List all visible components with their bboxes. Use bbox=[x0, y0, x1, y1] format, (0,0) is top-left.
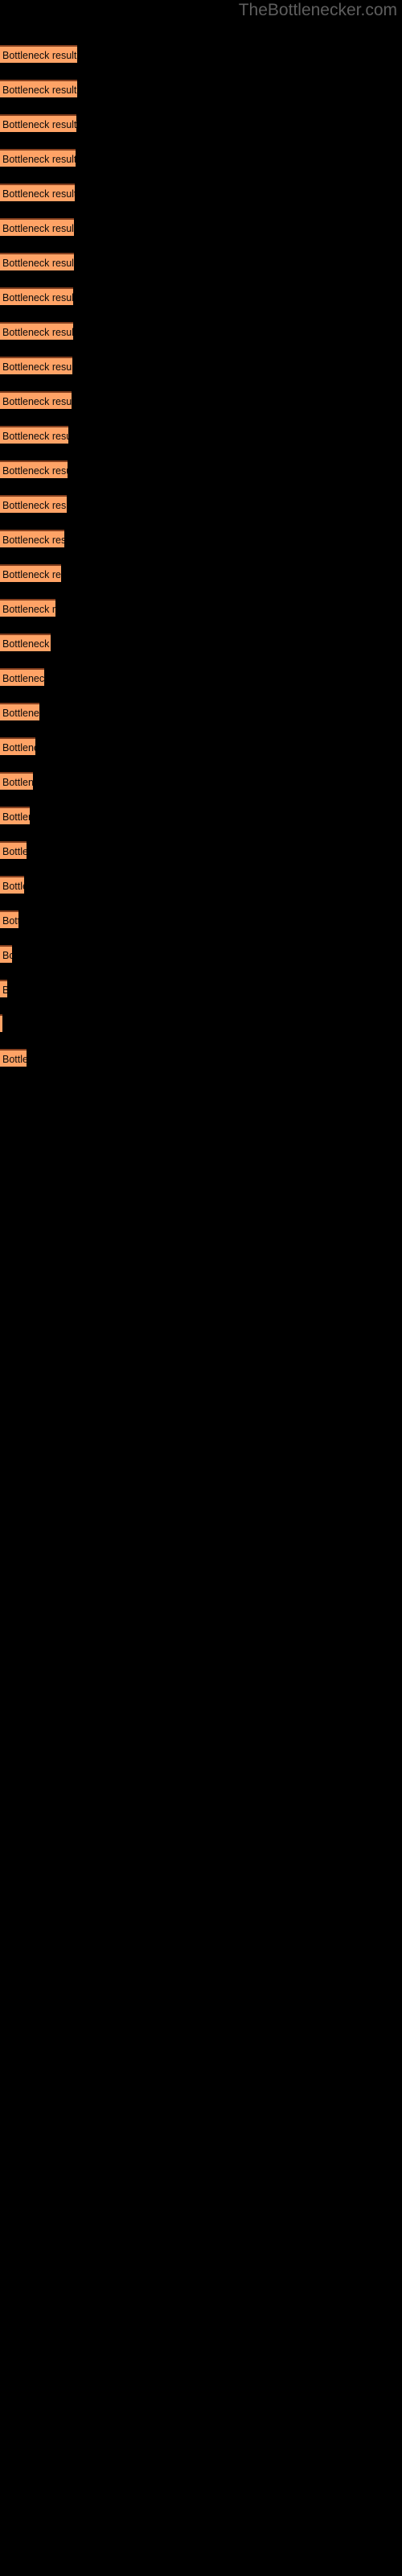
bar: Bottleneck result bbox=[0, 772, 33, 790]
bar-label: Bottleneck result bbox=[2, 985, 7, 996]
plot-area: Bottleneck result Bottleneck result Bottle… bbox=[0, 0, 402, 2576]
bar-label: Bottleneck result bbox=[2, 811, 30, 823]
bar: Bottleneck result bbox=[0, 634, 51, 651]
bar-label: Bottleneck result bbox=[2, 292, 73, 303]
bar: Bottleneck result bbox=[0, 80, 77, 97]
bar-label: Bottleneck result bbox=[2, 258, 74, 269]
bar: Bottleneck result bbox=[0, 357, 72, 374]
bar-label: Bottleneck result bbox=[2, 881, 24, 892]
bar-label: Bottleneck result bbox=[2, 188, 75, 200]
bar: Bottleneck result bbox=[0, 495, 67, 513]
bar: Bottleneck result bbox=[0, 114, 76, 132]
bottleneck-bar-chart: TheBottlenecker.com Bottleneck result Bot… bbox=[0, 0, 402, 2576]
bar: Bottleneck result bbox=[0, 322, 73, 340]
bar: Bottleneck result bbox=[0, 218, 74, 236]
bar: Bottleneck result bbox=[0, 564, 61, 582]
bar-label: Bottleneck result bbox=[2, 673, 44, 684]
bar-label: Bottleneck result bbox=[2, 396, 72, 407]
bar-label: Bottleneck result bbox=[2, 604, 55, 615]
bar-label: Bottleneck result bbox=[2, 638, 51, 650]
bar-label: Bottleneck result bbox=[2, 223, 74, 234]
bar-label: Bottleneck result bbox=[2, 915, 18, 927]
bar: Bottleneck result bbox=[0, 980, 7, 997]
bar-label: Bottleneck result bbox=[2, 50, 77, 61]
bar: Bottleneck result bbox=[0, 807, 30, 824]
bar: Bottleneck result bbox=[0, 253, 74, 270]
bar: Bottleneck result bbox=[0, 287, 73, 305]
bar: Bottleneck result bbox=[0, 426, 68, 444]
bar: Bottleneck result bbox=[0, 391, 72, 409]
bar: Bottleneck result bbox=[0, 599, 55, 617]
bar: Bottleneck result bbox=[0, 841, 27, 859]
bar-label: Bottleneck result bbox=[2, 119, 76, 130]
bar-label: Bottleneck result bbox=[2, 535, 64, 546]
bar: Bottleneck result bbox=[0, 945, 12, 963]
bar: Bottleneck result bbox=[0, 910, 18, 928]
bar-label: Bottleneck result bbox=[2, 465, 68, 477]
bar: Bottleneck result bbox=[0, 737, 35, 755]
bar-label: Bottleneck result bbox=[2, 361, 72, 373]
bar-label: Bottleneck result bbox=[2, 85, 77, 96]
bar-label: Bottleneck result bbox=[2, 500, 67, 511]
bar: Bottleneck result bbox=[0, 668, 44, 686]
bar-label: Bottleneck result bbox=[2, 431, 68, 442]
bar: Bottleneck result bbox=[0, 460, 68, 478]
bar: Bottleneck result bbox=[0, 876, 24, 894]
bar: Bottleneck result bbox=[0, 149, 76, 167]
bar-label: Bottleneck result bbox=[2, 569, 61, 580]
bar: Bottleneck result bbox=[0, 45, 77, 63]
bar: Bottleneck result bbox=[0, 1014, 2, 1032]
bar-label: Bottleneck result bbox=[2, 777, 33, 788]
bar: Bottleneck result bbox=[0, 530, 64, 547]
bar: Bottleneck result bbox=[0, 1049, 27, 1067]
bar: Bottleneck result bbox=[0, 703, 39, 720]
bar-label: Bottleneck result bbox=[2, 708, 39, 719]
bar-label: Bottleneck result bbox=[2, 327, 73, 338]
bar-label: Bottleneck result bbox=[2, 742, 35, 753]
bar-label: Bottleneck result bbox=[2, 1054, 27, 1065]
bar-label: Bottleneck result bbox=[2, 846, 27, 857]
bar: Bottleneck result bbox=[0, 184, 75, 201]
bar-label: Bottleneck result bbox=[2, 154, 76, 165]
bar-label: Bottleneck result bbox=[2, 950, 12, 961]
